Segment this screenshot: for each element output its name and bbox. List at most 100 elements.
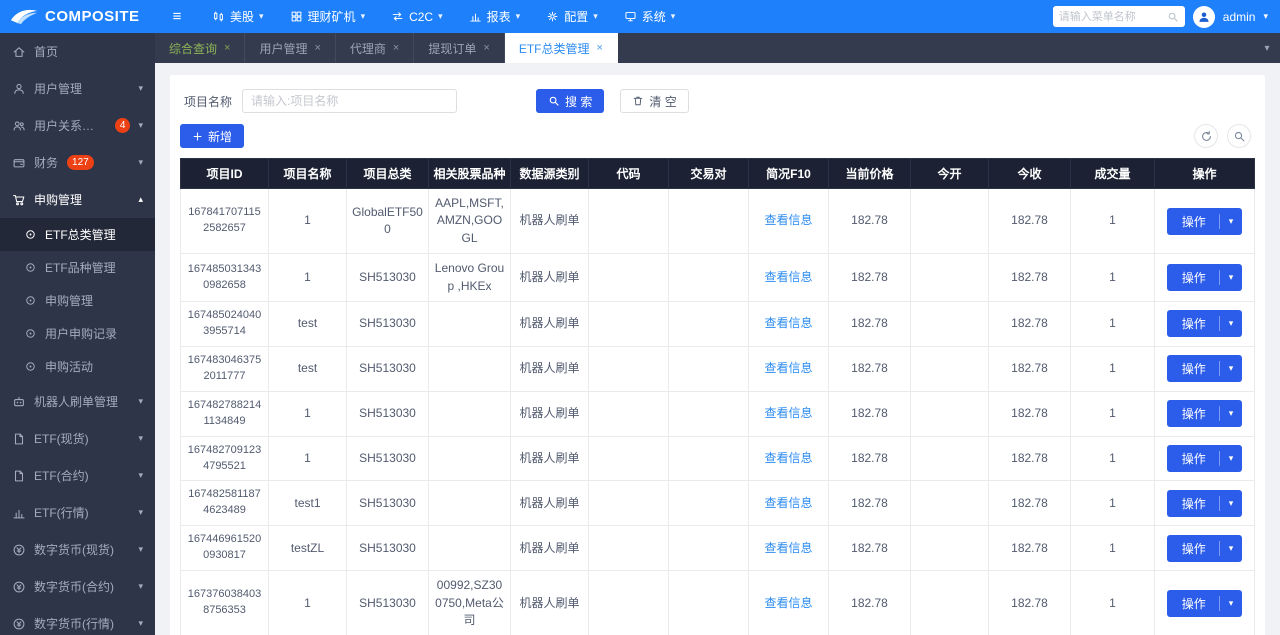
sidebar-item-subscription-management[interactable]: 申购管理▴: [0, 181, 155, 218]
sidebar-item-user-management[interactable]: 用户管理▾: [0, 70, 155, 107]
action-label: 操作: [1167, 450, 1219, 467]
row-action-button[interactable]: 操作▾: [1167, 355, 1243, 382]
sidebar-item-crypto-spot[interactable]: 数字货币(现货)▾: [0, 531, 155, 568]
view-info-link[interactable]: 查看信息: [764, 541, 812, 555]
view-info-link[interactable]: 查看信息: [764, 451, 812, 465]
dot-icon: [24, 294, 37, 307]
cell-open: [911, 254, 989, 302]
view-info-link[interactable]: 查看信息: [764, 361, 812, 375]
row-action-button[interactable]: 操作▾: [1167, 310, 1243, 337]
tab-user-management[interactable]: 用户管理×: [245, 33, 335, 63]
close-icon[interactable]: ×: [596, 42, 602, 54]
sidebar-item-etf-contract[interactable]: ETF(合约)▾: [0, 457, 155, 494]
action-label: 操作: [1167, 495, 1219, 512]
column-header: 项目名称: [269, 159, 347, 189]
row-action-button[interactable]: 操作▾: [1167, 400, 1243, 427]
tab-agent[interactable]: 代理商×: [336, 33, 414, 63]
row-action-button[interactable]: 操作▾: [1167, 490, 1243, 517]
close-icon[interactable]: ×: [314, 42, 320, 54]
zoom-button[interactable]: [1227, 124, 1251, 148]
cell-action: 操作▾: [1155, 526, 1255, 571]
brand-logo[interactable]: COMPOSITE: [0, 8, 155, 25]
cell-source: 机器人刷单: [511, 436, 589, 481]
sidebar-item-home[interactable]: 首页: [0, 33, 155, 70]
sidebar-item-subscription[interactable]: 申购管理: [0, 284, 155, 317]
sidebar-item-etf-quotes[interactable]: ETF(行情)▾: [0, 494, 155, 531]
topnav-c2c[interactable]: C2C▾: [378, 0, 456, 33]
menu-search-input[interactable]: [1059, 11, 1163, 23]
chevron-down-icon: ▾: [1220, 272, 1243, 283]
add-button[interactable]: 新增: [180, 124, 244, 148]
user-name[interactable]: admin: [1223, 10, 1256, 24]
chevron-down-icon: ▾: [259, 11, 264, 22]
topnav-reports[interactable]: 报表▾: [456, 0, 534, 33]
filter-row: 项目名称 搜 索 清 空: [180, 89, 1255, 113]
cell-id: 1674827882141134849: [181, 391, 269, 436]
row-action-button[interactable]: 操作▾: [1167, 208, 1243, 235]
view-info-link[interactable]: 查看信息: [764, 596, 812, 610]
column-header: 今收: [989, 159, 1071, 189]
cell-price: 182.78: [829, 301, 911, 346]
cell-code: [589, 481, 669, 526]
sidebar-item-label: ETF(合约): [34, 467, 89, 484]
app: COMPOSITE ≡ 美股▾理财矿机▾C2C▾报表▾配置▾系统▾ admin …: [0, 0, 1280, 635]
row-action-button[interactable]: 操作▾: [1167, 445, 1243, 472]
view-info-link[interactable]: 查看信息: [764, 496, 812, 510]
view-info-link[interactable]: 查看信息: [764, 213, 812, 227]
cell-category: SH513030: [347, 254, 429, 302]
topnav-wealth-miner[interactable]: 理财矿机▾: [277, 0, 379, 33]
sidebar-item-label: 申购活动: [45, 358, 93, 375]
chevron-down-icon: ▾: [516, 11, 521, 22]
action-label: 操作: [1167, 405, 1219, 422]
chevron-down-icon[interactable]: ▾: [1263, 11, 1268, 22]
menu-toggle-icon[interactable]: ≡: [155, 8, 199, 25]
column-header: 成交量: [1071, 159, 1155, 189]
cell-volume: 1: [1071, 346, 1155, 391]
sidebar-item-etf-variety-management[interactable]: ETF品种管理: [0, 251, 155, 284]
cell-action: 操作▾: [1155, 301, 1255, 346]
table-row: 16748278821411348491SH513030机器人刷单查看信息182…: [181, 391, 1255, 436]
row-action-button[interactable]: 操作▾: [1167, 590, 1243, 617]
clear-button[interactable]: 清 空: [620, 89, 688, 113]
row-action-button[interactable]: 操作▾: [1167, 535, 1243, 562]
sidebar-item-crypto-quotes[interactable]: 数字货币(行情)▾: [0, 605, 155, 635]
sidebar-item-finance[interactable]: 财务127▾: [0, 144, 155, 181]
view-info-link[interactable]: 查看信息: [764, 316, 812, 330]
close-icon[interactable]: ×: [483, 42, 489, 54]
column-header: 代码: [589, 159, 669, 189]
topnav-system[interactable]: 系统▾: [611, 0, 689, 33]
tab-withdraw-orders[interactable]: 提现订单×: [414, 33, 504, 63]
view-info-link[interactable]: 查看信息: [764, 270, 812, 284]
tabs-overflow-button[interactable]: ▾: [1254, 33, 1280, 63]
tab-etf-category-management[interactable]: ETF总类管理×: [505, 33, 618, 63]
tab-comprehensive-query[interactable]: 综合查询×: [155, 33, 245, 63]
refresh-icon: [1200, 130, 1213, 143]
sidebar-item-robot-order-management[interactable]: 机器人刷单管理▾: [0, 383, 155, 420]
sidebar-item-etf-category-management[interactable]: ETF总类管理: [0, 218, 155, 251]
search-button[interactable]: 搜 索: [536, 89, 604, 113]
open-tabs: 综合查询×用户管理×代理商×提现订单×ETF总类管理×: [155, 33, 1254, 63]
project-name-input[interactable]: [242, 89, 457, 113]
cell-code: [589, 571, 669, 635]
table-tools: [1194, 124, 1255, 148]
sidebar-item-subscription-activity[interactable]: 申购活动: [0, 350, 155, 383]
cell-price: 182.78: [829, 436, 911, 481]
sidebar-item-user-relation-management[interactable]: 用户关系管理4▾: [0, 107, 155, 144]
refresh-button[interactable]: [1194, 124, 1218, 148]
view-info-link[interactable]: 查看信息: [764, 406, 812, 420]
close-icon[interactable]: ×: [224, 42, 230, 54]
close-icon[interactable]: ×: [393, 42, 399, 54]
cell-f10: 查看信息: [749, 571, 829, 635]
sidebar-item-crypto-contract[interactable]: 数字货币(合约)▾: [0, 568, 155, 605]
sidebar-item-etf-spot[interactable]: ETF(现货)▾: [0, 420, 155, 457]
topnav-config[interactable]: 配置▾: [533, 0, 611, 33]
chevron-down-icon: ▾: [1220, 216, 1243, 227]
sidebar-item-user-subscription-records[interactable]: 用户申购记录: [0, 317, 155, 350]
content-card: 项目名称 搜 索 清 空: [170, 75, 1265, 635]
row-action-button[interactable]: 操作▾: [1167, 264, 1243, 291]
topnav-us-stocks[interactable]: 美股▾: [199, 0, 277, 33]
search-icon[interactable]: [1167, 11, 1179, 23]
column-header: 数据源类别: [511, 159, 589, 189]
column-header: 项目总类: [347, 159, 429, 189]
avatar[interactable]: [1193, 6, 1215, 28]
